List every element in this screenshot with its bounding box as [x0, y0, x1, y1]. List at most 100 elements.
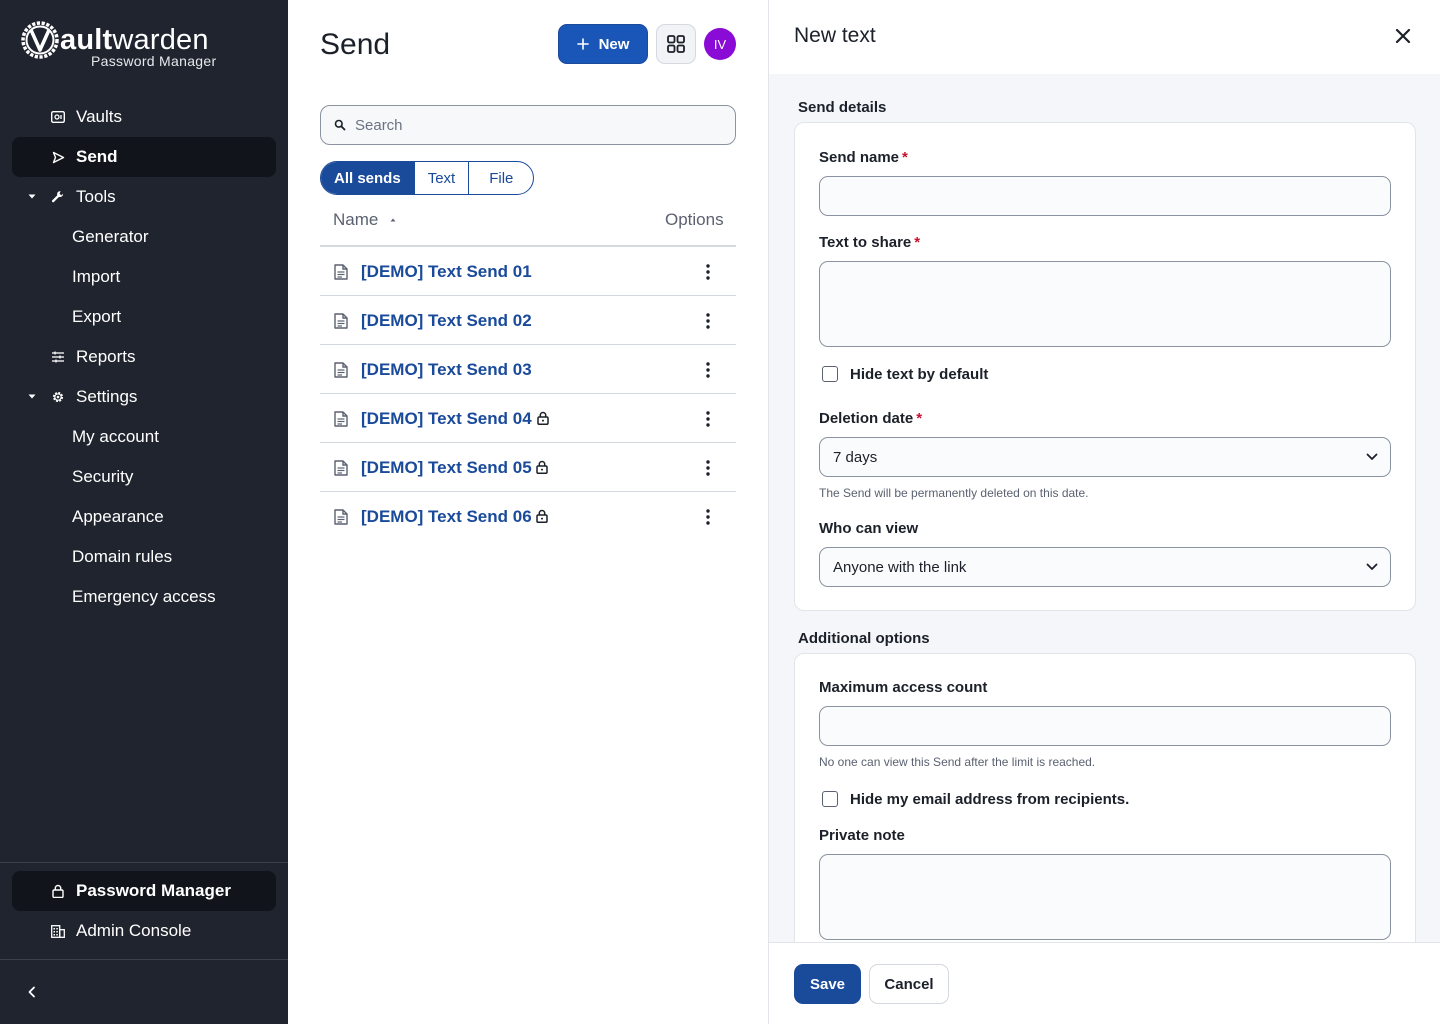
new-send-button[interactable]: New	[558, 24, 648, 64]
section-title-additional-options: Additional options	[798, 630, 930, 647]
product-password-manager[interactable]: Password Manager	[12, 871, 276, 911]
send-name-link[interactable]: [DEMO] Text Send 06	[361, 507, 532, 527]
who-can-view-select[interactable]: Anyone with the link	[819, 547, 1391, 587]
text-to-share-label: Text to share *	[819, 234, 921, 251]
more-options-icon[interactable]	[705, 459, 711, 477]
sidebar-item-label: Vaults	[76, 107, 122, 126]
sidebar-item-label: Tools	[76, 187, 116, 206]
sidebar-item-label: Generator	[72, 227, 149, 246]
send-name-link[interactable]: [DEMO] Text Send 01	[361, 262, 532, 282]
new-button-label: New	[598, 35, 630, 53]
private-note-textarea[interactable]	[819, 854, 1391, 940]
text-to-share-textarea[interactable]	[819, 261, 1391, 347]
send-name-link[interactable]: [DEMO] Text Send 04	[361, 409, 532, 429]
sidebar-item-security[interactable]: Security	[12, 457, 276, 497]
hide-text-label[interactable]: Hide text by default	[850, 366, 988, 383]
more-options-icon[interactable]	[705, 508, 711, 526]
sort-ascending-icon[interactable]	[389, 216, 397, 224]
table-row: [DEMO] Text Send 02	[320, 296, 736, 345]
sidebar-item-label: My account	[72, 427, 159, 446]
logo-subtitle: Password Manager	[91, 53, 217, 69]
caret-down-icon	[28, 194, 36, 199]
sidebar-item-appearance[interactable]: Appearance	[12, 497, 276, 537]
sidebar-item-settings[interactable]: Settings	[12, 377, 276, 417]
building-icon	[50, 923, 66, 939]
more-options-icon[interactable]	[705, 410, 711, 428]
sliders-icon	[50, 349, 66, 365]
deletion-date-select[interactable]: 7 days	[819, 437, 1391, 477]
close-icon[interactable]	[1394, 27, 1412, 45]
cancel-button[interactable]: Cancel	[869, 964, 949, 1004]
lock-icon	[536, 460, 548, 474]
product-label: Admin Console	[76, 921, 192, 940]
lock-icon	[536, 509, 548, 523]
column-header-name[interactable]: Name	[333, 210, 378, 230]
text-file-icon	[334, 411, 348, 427]
sidebar-item-generator[interactable]: Generator	[12, 217, 276, 257]
sidebar-item-my-account[interactable]: My account	[12, 417, 276, 457]
filter-file[interactable]: File	[469, 162, 533, 194]
sidebar-item-domain-rules[interactable]: Domain rules	[12, 537, 276, 577]
drawer-footer: Save Cancel	[769, 942, 1440, 1024]
table-row: [DEMO] Text Send 05	[320, 443, 736, 492]
sidebar-item-label: Domain rules	[72, 547, 173, 566]
product-admin-console[interactable]: Admin Console	[12, 911, 276, 951]
more-options-icon[interactable]	[705, 263, 711, 281]
more-options-icon[interactable]	[705, 361, 711, 379]
more-options-icon[interactable]	[705, 312, 711, 330]
text-file-icon	[334, 264, 348, 280]
logo-wordmark: aultwarden	[60, 24, 209, 56]
drawer-title: New text	[794, 24, 876, 47]
search-icon	[334, 119, 346, 131]
who-can-view-value: Anyone with the link	[833, 559, 967, 576]
send-type-filter: All sends Text File	[320, 161, 535, 195]
avatar[interactable]: IV	[704, 28, 736, 60]
drawer-header: New text	[769, 0, 1440, 74]
sidebar-item-reports[interactable]: Reports	[12, 337, 276, 377]
vault-icon	[50, 109, 66, 125]
max-access-hint: No one can view this Send after the limi…	[819, 755, 1096, 769]
search-input[interactable]	[355, 106, 725, 144]
product-label: Password Manager	[76, 881, 231, 900]
plus-icon	[576, 38, 589, 50]
hide-email-label[interactable]: Hide my email address from recipients.	[850, 791, 1129, 808]
sidebar-item-export[interactable]: Export	[12, 297, 276, 337]
text-file-icon	[334, 460, 348, 476]
save-button[interactable]: Save	[794, 964, 861, 1004]
deletion-date-hint: The Send will be permanently deleted on …	[819, 486, 1089, 500]
who-can-view-label: Who can view	[819, 520, 919, 537]
section-title-send-details: Send details	[798, 99, 887, 116]
table-row: [DEMO] Text Send 01	[320, 247, 736, 296]
send-name-link[interactable]: [DEMO] Text Send 03	[361, 360, 532, 380]
send-name-link[interactable]: [DEMO] Text Send 05	[361, 458, 532, 478]
sidebar-item-label: Send	[76, 147, 118, 166]
sidebar-item-label: Appearance	[72, 507, 164, 526]
product-switcher-button[interactable]	[656, 24, 696, 64]
sidebar: aultwarden Password Manager Vaults Send …	[0, 0, 288, 1024]
send-name-input[interactable]	[819, 176, 1391, 216]
text-file-icon	[334, 362, 348, 378]
chevron-left-icon[interactable]	[26, 985, 38, 999]
hide-email-checkbox[interactable]	[822, 791, 838, 807]
sidebar-item-vaults[interactable]: Vaults	[12, 97, 276, 137]
vaultwarden-logo[interactable]: aultwarden Password Manager	[20, 20, 240, 69]
max-access-count-input[interactable]	[819, 706, 1391, 746]
sidebar-item-emergency-access[interactable]: Emergency access	[12, 577, 276, 617]
sidebar-item-import[interactable]: Import	[12, 257, 276, 297]
sidebar-item-label: Emergency access	[72, 587, 216, 606]
send-name-link[interactable]: [DEMO] Text Send 02	[361, 311, 532, 331]
filter-all-sends[interactable]: All sends	[321, 162, 415, 194]
sidebar-item-label: Security	[72, 467, 134, 486]
send-name-label: Send name *	[819, 149, 908, 166]
table-row: [DEMO] Text Send 06	[320, 492, 736, 541]
filter-text[interactable]: Text	[415, 162, 470, 194]
hide-text-checkbox[interactable]	[822, 366, 838, 382]
sidebar-item-send[interactable]: Send	[12, 137, 276, 177]
search-box	[320, 105, 736, 145]
deletion-date-value: 7 days	[833, 449, 878, 466]
sidebar-item-tools[interactable]: Tools	[12, 177, 276, 217]
sidebar-divider	[0, 959, 288, 960]
column-header-options: Options	[665, 210, 724, 229]
page-title: Send	[320, 28, 391, 61]
table-row: [DEMO] Text Send 03	[320, 345, 736, 394]
